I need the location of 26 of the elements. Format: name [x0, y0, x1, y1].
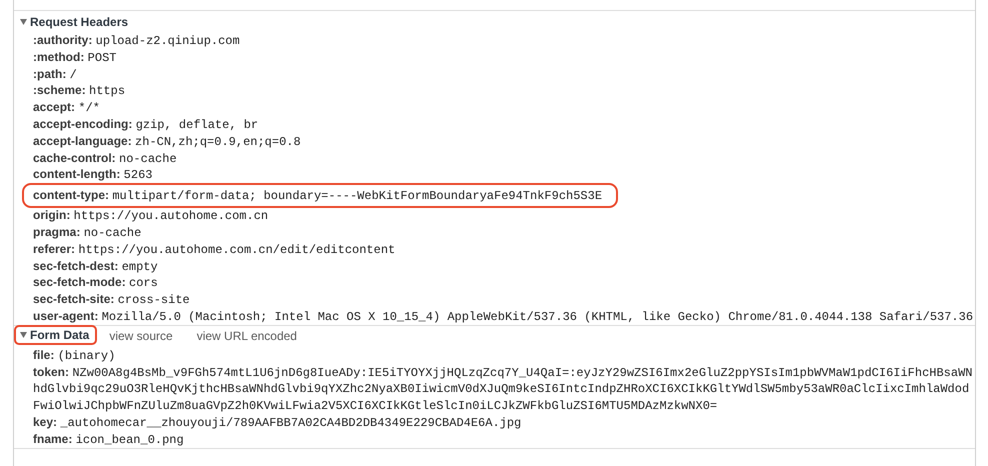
view-link[interactable]: view source [109, 329, 173, 344]
header-row-text: accept-language: zh-CN,zh;q=0.9,en;q=0.8 [32, 132, 302, 150]
header-row-text: cache-control: no-cache [32, 150, 178, 166]
header-row-text: sec-fetch-site: cross-site [32, 291, 191, 308]
header-row-text: fname: icon_bean_0.png [32, 430, 185, 448]
view-link[interactable]: view URL encoded [196, 329, 297, 344]
header-row-text: :scheme: https [32, 82, 126, 100]
header-row-text: :method: POST [32, 48, 118, 66]
header-row-text: content-length: 5263 [32, 166, 154, 184]
header-row-text: accept-encoding: gzip, deflate, br [32, 116, 260, 133]
header-row-text: sec-fetch-dest: empty [32, 258, 159, 274]
header-row-text: :authority: upload-z2.qiniup.com [32, 32, 241, 49]
header-row-text: pragma: no-cache [32, 224, 142, 241]
header-row-text: sec-fetch-mode: cors [32, 274, 159, 292]
header-row-text: accept: */* [32, 99, 101, 116]
header-row-text: key: _autohomecar__zhouyouji/789AAFBB7A02CA4BD2DB4349E229CBAD4E6A.jpg [32, 414, 522, 431]
section-header[interactable]: Request Headers [14, 12, 136, 32]
header-row-text: file: (binary) [32, 346, 116, 364]
header-row-text: token: NZw00A8g4BsMb_v9FGh574mtL1U6jnD6g8IueADy:IE5iTYOYXjjHQLzqZcq7Y_U4QaI=:eyJzY29wZSI6Imx2eGluZ2ppYSIsIm1pbWVMaW1pdCI6IiFhcHBsaWNhdGlvbi9qc29uO3RleHQvKjthcHBsaWNhdGlvbi9qYXZhc2NyaXB0IiwicmV0dXJuQm9keSI6IntcIndpZHRoXCI6XCIkKGltYWdlSW5mby53aWR0aClcIixcImhlaWdodFwiOlwiJChpbWFnZUluZm8uaGVpZ2h0KVwiLFwia2V5XCI6XCIkKGtleSlcIn0iLCJkZWFkbGluZSI6MTU5MDAzMzkwNX0= [32, 364, 974, 414]
header-row-text: origin: https://you.autohome.com.cn [32, 207, 270, 224]
triangle-icon [20, 332, 27, 338]
section-header[interactable]: Form Data [14, 325, 98, 346]
header-row-text: user-agent: Mozilla/5.0 (Macintosh; Intel Mac OS X 10_15_4) AppleWebKit/537.36 (KHTML, like Gecko) Chrome/81.0.4044.138 Safari/537.36 [32, 308, 974, 325]
header-row-text: :path: / [32, 66, 78, 82]
header-row-text: referer: https://you.autohome.com.cn/edit/editcontent [32, 240, 396, 258]
triangle-icon [20, 18, 27, 24]
